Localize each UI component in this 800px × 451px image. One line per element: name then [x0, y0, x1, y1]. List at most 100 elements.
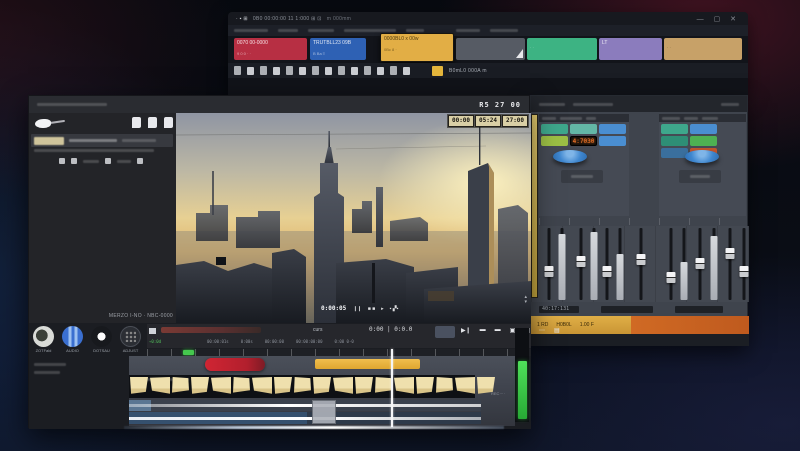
- timeline-window-menubar[interactable]: [228, 25, 748, 36]
- transport-icon[interactable]: ▤: [554, 327, 560, 334]
- video-preview[interactable]: 00:00 05:24 27:00 0:00:05 ❙❙ ■ ■ ▸ ▪ ▞▪ ▴ ▾: [175, 113, 532, 323]
- playback-icon[interactable]: ❙❙: [353, 306, 361, 312]
- overlay-clip-yellow[interactable]: [315, 359, 420, 369]
- playback-icon[interactable]: ■ ■: [368, 306, 375, 312]
- fader-slot[interactable]: [665, 228, 677, 300]
- audio-track-1[interactable]: [129, 400, 481, 411]
- tool-icon[interactable]: [260, 66, 267, 75]
- editor-titlebar[interactable]: R5 27 00: [29, 96, 529, 113]
- tool-icon[interactable]: [312, 66, 319, 75]
- playback-icons[interactable]: ❙❙ ■ ■ ▸ ▪ ▞▪: [353, 306, 398, 312]
- playback-icon[interactable]: ▪ ▞▪: [390, 306, 399, 312]
- track-label[interactable]: [34, 371, 60, 374]
- mixer-titlebar[interactable]: [531, 96, 747, 112]
- playback-icon[interactable]: ▸: [381, 306, 384, 312]
- fader-slot[interactable]: [588, 228, 600, 300]
- timeline-clip[interactable]: LT: [599, 38, 662, 60]
- tool-icon[interactable]: [234, 66, 241, 75]
- playhead[interactable]: [391, 349, 393, 427]
- fader-cap[interactable]: [636, 254, 646, 265]
- menu-item[interactable]: [344, 29, 396, 32]
- channel-button[interactable]: [661, 148, 688, 158]
- playback-controls[interactable]: 0:00:05 ❙❙ ■ ■ ▸ ▪ ▞▪: [321, 305, 398, 312]
- play-marker[interactable]: [183, 350, 194, 355]
- channel-button[interactable]: [661, 136, 688, 146]
- fader-slot[interactable]: [556, 228, 568, 300]
- channel-button[interactable]: [661, 124, 688, 134]
- dock-app[interactable]: AUDIO: [62, 326, 83, 360]
- timeline-clip[interactable]: · ·: [664, 38, 742, 60]
- menu-item[interactable]: [456, 29, 480, 32]
- list-view-icon[interactable]: [148, 117, 157, 128]
- fader-cap[interactable]: [725, 248, 735, 259]
- tool-icon[interactable]: [377, 66, 384, 75]
- tool-icon[interactable]: [273, 66, 280, 75]
- tool-icon[interactable]: [299, 66, 306, 75]
- clip-icon[interactable]: [149, 328, 156, 334]
- bottom-bar-item[interactable]: 1.00 F: [580, 322, 594, 328]
- tool-icon[interactable]: [351, 66, 358, 75]
- fader-slot[interactable]: [635, 228, 647, 300]
- timeline-clip[interactable]: [456, 38, 525, 60]
- dock-app-icon[interactable]: [120, 326, 141, 347]
- timeline-clip[interactable]: 0000BL0 x 00w 0Bc 8 ·: [380, 33, 454, 62]
- library-selected-item[interactable]: [31, 134, 173, 147]
- timeline-window-titlebar[interactable]: · ▪ ⊞ 0B0 00:00:00 11 1:000 ⊞ ⊡ m 000mm …: [228, 12, 748, 25]
- mini-icon[interactable]: [105, 158, 111, 164]
- pan-knob[interactable]: [685, 150, 719, 163]
- channel-button[interactable]: [541, 124, 568, 134]
- tool-icon[interactable]: [403, 66, 410, 75]
- dock-app[interactable]: ZOTFald: [33, 326, 54, 360]
- transport-icon[interactable]: ⋯: [539, 327, 545, 334]
- tool-icon[interactable]: [338, 66, 345, 75]
- tool-icon[interactable]: [364, 66, 371, 75]
- timeline-clip[interactable]: TRUTBLL23 09B B Ba ≡: [310, 38, 366, 60]
- timeline-ruler[interactable]: [147, 349, 531, 356]
- tool-icon[interactable]: [390, 66, 397, 75]
- fader-cap[interactable]: [739, 266, 749, 277]
- dock-app-icon[interactable]: [62, 326, 83, 347]
- timeline-clip[interactable]: 0070 00-0000 9 0 0 · ·: [234, 38, 307, 60]
- folder-icon[interactable]: [432, 65, 443, 76]
- fader-slot[interactable]: [601, 228, 613, 300]
- fader-cap[interactable]: [602, 266, 612, 277]
- fader-slot[interactable]: [543, 228, 555, 300]
- fader-slot[interactable]: [575, 228, 587, 300]
- channel-button[interactable]: [690, 124, 717, 134]
- fader-cap[interactable]: [576, 256, 586, 267]
- preview-scroll-arrows[interactable]: ▴ ▾: [524, 295, 527, 305]
- import-icon[interactable]: [132, 117, 141, 128]
- mini-icon[interactable]: [59, 158, 65, 164]
- preview-mini-button[interactable]: [435, 326, 455, 338]
- tool-icon[interactable]: [325, 66, 332, 75]
- transport-icon[interactable]: ▬: [480, 327, 486, 334]
- menu-item[interactable]: [490, 29, 518, 32]
- channel-button[interactable]: [599, 124, 626, 134]
- audio-clip-boundary[interactable]: [312, 400, 336, 424]
- dock-app-icon[interactable]: [91, 326, 112, 347]
- track-label[interactable]: [34, 363, 66, 366]
- channel-button[interactable]: [570, 124, 597, 134]
- fader-cap[interactable]: [666, 272, 676, 283]
- menu-item[interactable]: [278, 29, 298, 32]
- fader-slot[interactable]: [614, 228, 626, 300]
- fader-slot[interactable]: [738, 228, 750, 300]
- fader-slot[interactable]: [724, 228, 736, 300]
- dock-app[interactable]: ADJUST: [120, 326, 141, 360]
- fader-slot[interactable]: [694, 228, 706, 300]
- mini-icon[interactable]: [71, 158, 77, 164]
- transport-icon[interactable]: ▶❙: [461, 327, 471, 334]
- fader-cap[interactable]: [695, 258, 705, 269]
- window-controls[interactable]: — ▢ ✕: [697, 15, 740, 23]
- menu-item[interactable]: [308, 29, 334, 32]
- pan-knob[interactable]: [553, 150, 587, 163]
- fader-slot[interactable]: [708, 228, 720, 300]
- channel-button[interactable]: [690, 136, 717, 146]
- grid-view-icon[interactable]: [164, 117, 173, 128]
- video-track-filmstrip[interactable]: [129, 375, 495, 398]
- mini-icon[interactable]: [137, 158, 143, 164]
- dock-app-icon[interactable]: [33, 326, 54, 347]
- audio-track-2[interactable]: [129, 412, 481, 424]
- overlay-clip-red[interactable]: [205, 358, 265, 371]
- tool-icon[interactable]: [247, 66, 254, 75]
